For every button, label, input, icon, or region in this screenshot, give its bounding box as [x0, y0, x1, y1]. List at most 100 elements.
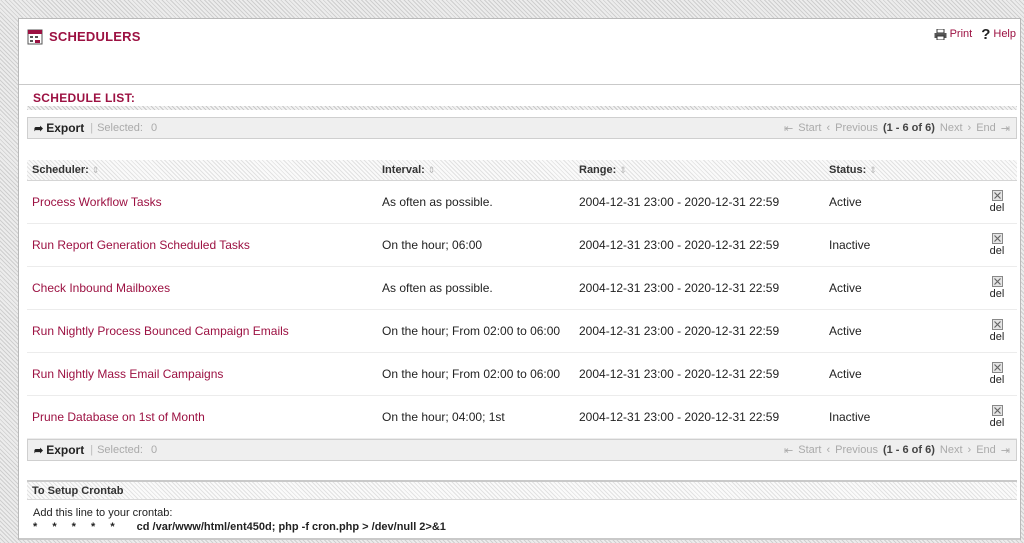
- printer-icon[interactable]: [934, 28, 947, 40]
- table-row: Process Workflow Tasks As often as possi…: [27, 181, 1017, 224]
- delete-icon: [991, 361, 1003, 373]
- scheduler-name-link[interactable]: Check Inbound Mailboxes: [32, 267, 170, 309]
- range-cell: 2004-12-31 23:00 - 2020-12-31 22:59: [579, 281, 780, 295]
- pager-previous-icon: ‹: [826, 444, 831, 456]
- selected-count: 0: [150, 122, 158, 134]
- column-header-label: Status:: [829, 164, 867, 176]
- status-cell: Active: [829, 195, 862, 209]
- delete-button[interactable]: del: [982, 267, 1012, 309]
- delete-icon: [991, 232, 1003, 244]
- bottom-toolbar: ➦ Export | Selected: 0 ⇤ Start ‹ Previou…: [27, 439, 1017, 461]
- scheduler-name-link[interactable]: Process Workflow Tasks: [32, 181, 162, 223]
- interval-cell: On the hour; 06:00: [382, 238, 483, 252]
- column-header-status[interactable]: Status: ⇕: [829, 164, 877, 176]
- sort-icon: ⇕: [427, 164, 436, 175]
- pager-next-icon: ›: [967, 444, 972, 456]
- sort-icon: ⇕: [869, 164, 877, 175]
- pager-start-icon: ⇤: [784, 444, 794, 457]
- sort-icon: ⇕: [91, 164, 100, 175]
- table-row: Run Report Generation Scheduled Tasks On…: [27, 224, 1017, 267]
- top-toolbar: ➦ Export | Selected: 0 ⇤ Start ‹ Previou…: [27, 117, 1017, 139]
- pager-count: (1 - 6 of 6): [882, 444, 935, 456]
- delete-icon: [991, 275, 1003, 287]
- selected-label: Selected:: [97, 444, 143, 456]
- pager-next-icon: ›: [967, 122, 972, 134]
- interval-cell: On the hour; 04:00; 1st: [382, 410, 505, 424]
- delete-label: del: [989, 416, 1005, 429]
- interval-cell: On the hour; From 02:00 to 06:00: [382, 367, 561, 381]
- delete-button[interactable]: del: [982, 310, 1012, 352]
- pager-end-icon: ⇥: [1000, 122, 1010, 135]
- page-header: SCHEDULERS Print ? Help: [19, 19, 1020, 75]
- export-button[interactable]: ➦ Export: [34, 443, 84, 457]
- delete-button[interactable]: del: [982, 353, 1012, 395]
- pager-next[interactable]: Next: [940, 122, 963, 134]
- export-label: Export: [46, 443, 85, 457]
- delete-label: del: [989, 330, 1005, 343]
- pager-start[interactable]: Start: [798, 444, 821, 456]
- pager-end[interactable]: End: [976, 444, 996, 456]
- column-header-range[interactable]: Range: ⇕: [579, 164, 627, 176]
- crontab-stars: * * * * *: [33, 521, 121, 533]
- delete-label: del: [989, 287, 1005, 300]
- column-header-interval[interactable]: Interval: ⇕: [382, 164, 435, 176]
- delete-button[interactable]: del: [982, 224, 1012, 266]
- status-cell: Inactive: [829, 410, 871, 424]
- pager-count: (1 - 6 of 6): [882, 122, 935, 134]
- selected-count: 0: [150, 444, 158, 456]
- table-row: Prune Database on 1st of Month On the ho…: [27, 396, 1017, 439]
- pager-previous[interactable]: Previous: [835, 122, 878, 134]
- delete-label: del: [989, 201, 1005, 214]
- delete-label: del: [989, 373, 1005, 386]
- interval-cell: On the hour; From 02:00 to 06:00: [382, 324, 561, 338]
- status-cell: Active: [829, 281, 862, 295]
- toolbar-separator: |: [90, 122, 94, 134]
- scheduler-name-link[interactable]: Prune Database on 1st of Month: [32, 396, 205, 438]
- status-cell: Inactive: [829, 238, 871, 252]
- export-button[interactable]: ➦ Export: [34, 121, 84, 135]
- range-cell: 2004-12-31 23:00 - 2020-12-31 22:59: [579, 324, 780, 338]
- crontab-command: cd /var/www/html/ent450d; php -f cron.ph…: [136, 521, 446, 533]
- help-link[interactable]: Help: [993, 28, 1016, 40]
- list-title-underline: [27, 106, 1017, 110]
- column-header-label: Range:: [579, 164, 617, 176]
- bottom-divider: [19, 538, 1020, 540]
- column-header-label: Interval:: [382, 164, 425, 176]
- range-cell: 2004-12-31 23:00 - 2020-12-31 22:59: [579, 195, 780, 209]
- pager-next[interactable]: Next: [940, 444, 963, 456]
- delete-label: del: [989, 244, 1005, 257]
- pager-end[interactable]: End: [976, 122, 996, 134]
- table-row: Run Nightly Mass Email Campaigns On the …: [27, 353, 1017, 396]
- crontab-command-line: * * * * * cd /var/www/html/ent450d; php …: [33, 520, 446, 534]
- crontab-header: To Setup Crontab: [27, 480, 1017, 500]
- column-header-scheduler[interactable]: Scheduler: ⇕: [32, 164, 99, 176]
- pager-previous-icon: ‹: [826, 122, 831, 134]
- scheduler-name-link[interactable]: Run Nightly Process Bounced Campaign Ema…: [32, 310, 289, 352]
- pager-end-icon: ⇥: [1000, 444, 1010, 457]
- pager-previous[interactable]: Previous: [835, 444, 878, 456]
- print-link[interactable]: Print: [950, 28, 973, 40]
- header-divider: [19, 84, 1020, 85]
- scheduler-icon: [27, 29, 43, 45]
- range-cell: 2004-12-31 23:00 - 2020-12-31 22:59: [579, 367, 780, 381]
- interval-cell: As often as possible.: [382, 195, 493, 209]
- toolbar-separator: |: [90, 444, 94, 456]
- header-links: Print ? Help: [934, 27, 1016, 42]
- range-cell: 2004-12-31 23:00 - 2020-12-31 22:59: [579, 410, 780, 424]
- pager-start[interactable]: Start: [798, 122, 821, 134]
- table-row: Run Nightly Process Bounced Campaign Ema…: [27, 310, 1017, 353]
- arrow-icon: ➦: [34, 122, 44, 135]
- scheduler-name-link[interactable]: Run Report Generation Scheduled Tasks: [32, 224, 250, 266]
- scheduler-name-link[interactable]: Run Nightly Mass Email Campaigns: [32, 353, 223, 395]
- delete-button[interactable]: del: [982, 181, 1012, 223]
- pager-start-icon: ⇤: [784, 122, 794, 135]
- interval-cell: As often as possible.: [382, 281, 493, 295]
- list-title: SCHEDULE LIST:: [33, 91, 136, 105]
- range-cell: 2004-12-31 23:00 - 2020-12-31 22:59: [579, 238, 780, 252]
- help-icon[interactable]: ?: [981, 27, 990, 42]
- pager: ⇤ Start ‹ Previous (1 - 6 of 6) Next › E…: [784, 122, 1010, 135]
- crontab-instruction: Add this line to your crontab:: [33, 507, 173, 519]
- delete-button[interactable]: del: [982, 396, 1012, 438]
- crontab-title: To Setup Crontab: [32, 485, 124, 497]
- table-header: Scheduler: ⇕ Interval: ⇕ Range: ⇕ Status…: [27, 160, 1017, 181]
